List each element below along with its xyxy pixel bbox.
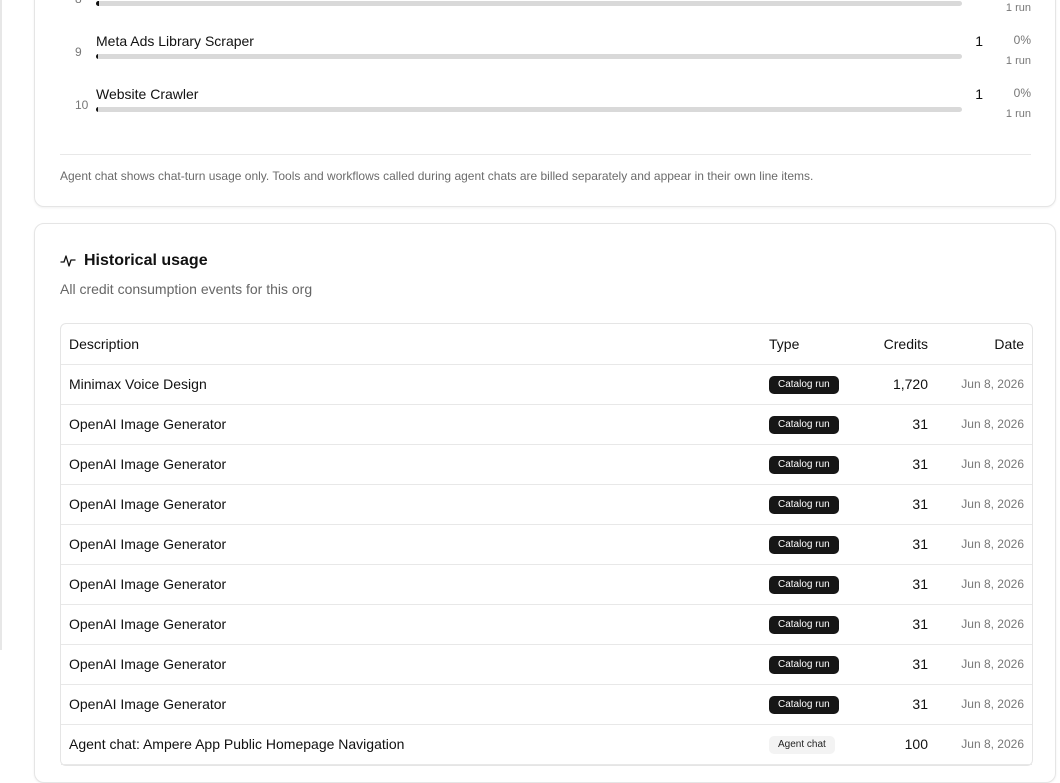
usage-breakdown-card: 8Exa Contents20%1 run 9 Meta Ads Library S… xyxy=(34,0,1056,207)
row-credits: 31 xyxy=(912,616,928,632)
row-date: Jun 8, 2026 xyxy=(961,737,1024,751)
row-type: Catalog run xyxy=(769,605,839,644)
row-description: Minimax Voice Design xyxy=(69,376,207,392)
row-date: Jun 8, 2026 xyxy=(961,577,1024,591)
table-row[interactable]: OpenAI Image Generator Catalog run 31 Jun 8… xyxy=(61,685,1032,725)
column-header-date[interactable]: Date xyxy=(994,324,1024,364)
row-description: OpenAI Image Generator xyxy=(69,536,227,552)
row-type: Catalog run xyxy=(769,365,839,404)
usage-rank: 9 xyxy=(75,45,82,59)
usage-runs: 1 run xyxy=(1005,108,1031,120)
row-credits: 31 xyxy=(912,536,928,552)
type-badge: Catalog run xyxy=(769,416,839,435)
usage-progress-fill xyxy=(96,54,98,59)
row-date: Jun 8, 2026 xyxy=(961,657,1024,671)
type-badge: Catalog run xyxy=(769,536,839,555)
column-header-credits[interactable]: Credits xyxy=(884,324,928,364)
table-row[interactable]: OpenAI Image Generator Catalog run 31 Jun 8… xyxy=(61,565,1032,605)
row-date: Jun 8, 2026 xyxy=(961,377,1024,391)
row-credits: 31 xyxy=(912,696,928,712)
table-row[interactable]: Agent chat: Ampere App Public Homepage N… xyxy=(61,725,1032,765)
usage-progress-bar xyxy=(96,107,962,112)
historical-usage-header: Historical usage xyxy=(60,252,208,270)
usage-row: 9 Meta Ads Library Scraper 1 0% 1 run xyxy=(60,33,1031,83)
type-badge: Catalog run xyxy=(769,456,839,475)
row-description: OpenAI Image Generator xyxy=(69,456,227,472)
usage-progress-bar xyxy=(96,54,962,59)
row-description: OpenAI Image Generator xyxy=(69,416,227,432)
row-description: OpenAI Image Generator xyxy=(69,656,227,672)
row-description: OpenAI Image Generator xyxy=(69,696,227,712)
historical-usage-title: Historical usage xyxy=(84,252,208,269)
table-row[interactable]: Minimax Voice Design Catalog run 1,720 Jun … xyxy=(61,365,1032,405)
usage-row: 8Exa Contents20%1 run xyxy=(60,0,1031,30)
sidebar-edge xyxy=(0,0,2,650)
row-description: OpenAI Image Generator xyxy=(69,496,227,512)
usage-percent: 0% xyxy=(1013,33,1031,47)
table-row[interactable]: OpenAI Image Generator Catalog run 31 Jun 8… xyxy=(61,605,1032,645)
row-date: Jun 8, 2026 xyxy=(961,617,1024,631)
usage-runs: 1 run xyxy=(1005,55,1031,67)
usage-rank: 8 xyxy=(75,0,82,6)
type-badge: Catalog run xyxy=(769,696,839,715)
usage-runs: 1 run xyxy=(1005,2,1031,14)
row-type: Catalog run xyxy=(769,445,839,484)
type-badge: Catalog run xyxy=(769,616,839,635)
usage-rank: 10 xyxy=(75,98,89,112)
table-row[interactable]: OpenAI Image Generator Catalog run 31 Jun 8… xyxy=(61,405,1032,445)
row-type: Catalog run xyxy=(769,525,839,564)
usage-count: 1 xyxy=(975,33,983,49)
row-type: Agent chat xyxy=(769,725,835,764)
row-credits: 31 xyxy=(912,456,928,472)
row-credits: 31 xyxy=(912,496,928,512)
row-date: Jun 8, 2026 xyxy=(961,697,1024,711)
usage-tool-name: Meta Ads Library Scraper xyxy=(96,33,254,49)
row-credits: 31 xyxy=(912,656,928,672)
type-badge: Catalog run xyxy=(769,496,839,515)
type-badge: Agent chat xyxy=(769,736,835,755)
row-date: Jun 8, 2026 xyxy=(961,497,1024,511)
row-date: Jun 8, 2026 xyxy=(961,417,1024,431)
table-row[interactable]: OpenAI Image Generator Catalog run 31 Jun 8… xyxy=(61,525,1032,565)
type-badge: Catalog run xyxy=(769,376,839,395)
type-badge: Catalog run xyxy=(769,576,839,595)
usage-footnote: Agent chat shows chat-turn usage only. T… xyxy=(60,169,814,183)
row-credits: 31 xyxy=(912,576,928,592)
table-row[interactable]: OpenAI Image Generator Catalog run 31 Jun 8… xyxy=(61,645,1032,685)
table-header-row: Description Type Credits Date xyxy=(61,324,1032,365)
row-date: Jun 8, 2026 xyxy=(961,537,1024,551)
row-type: Catalog run xyxy=(769,485,839,524)
row-description: OpenAI Image Generator xyxy=(69,616,227,632)
divider xyxy=(60,154,1031,155)
usage-progress-bar xyxy=(96,1,962,6)
usage-count: 1 xyxy=(975,86,983,102)
row-description: OpenAI Image Generator xyxy=(69,576,227,592)
row-type: Catalog run xyxy=(769,645,839,684)
usage-progress-fill xyxy=(96,1,100,6)
usage-tool-name: Website Crawler xyxy=(96,86,199,102)
activity-icon xyxy=(60,255,76,267)
row-type: Catalog run xyxy=(769,565,839,604)
row-description: Agent chat: Ampere App Public Homepage N… xyxy=(69,736,405,752)
table-row[interactable]: OpenAI Image Generator Catalog run 31 Jun 8… xyxy=(61,485,1032,525)
row-credits: 100 xyxy=(904,736,928,752)
row-type: Catalog run xyxy=(769,405,839,444)
historical-usage-card: Historical usage All credit consumption … xyxy=(34,223,1056,783)
row-type: Catalog run xyxy=(769,685,839,724)
row-credits: 1,720 xyxy=(892,376,928,392)
historical-usage-subtitle: All credit consumption events for this o… xyxy=(60,281,313,297)
table-row[interactable]: OpenAI Image Generator Catalog run 31 Jun 8… xyxy=(61,445,1032,485)
usage-progress-fill xyxy=(96,107,98,112)
type-badge: Catalog run xyxy=(769,656,839,675)
row-date: Jun 8, 2026 xyxy=(961,457,1024,471)
table-body: Minimax Voice Design Catalog run 1,720 Jun … xyxy=(61,365,1032,765)
column-header-description[interactable]: Description xyxy=(69,324,139,364)
usage-percent: 0% xyxy=(1013,86,1031,100)
usage-row: 10 Website Crawler 1 0% 1 run xyxy=(60,86,1031,136)
row-credits: 31 xyxy=(912,416,928,432)
column-header-type[interactable]: Type xyxy=(769,324,799,364)
usage-events-table: Description Type Credits Date Minimax Vo… xyxy=(60,323,1033,766)
